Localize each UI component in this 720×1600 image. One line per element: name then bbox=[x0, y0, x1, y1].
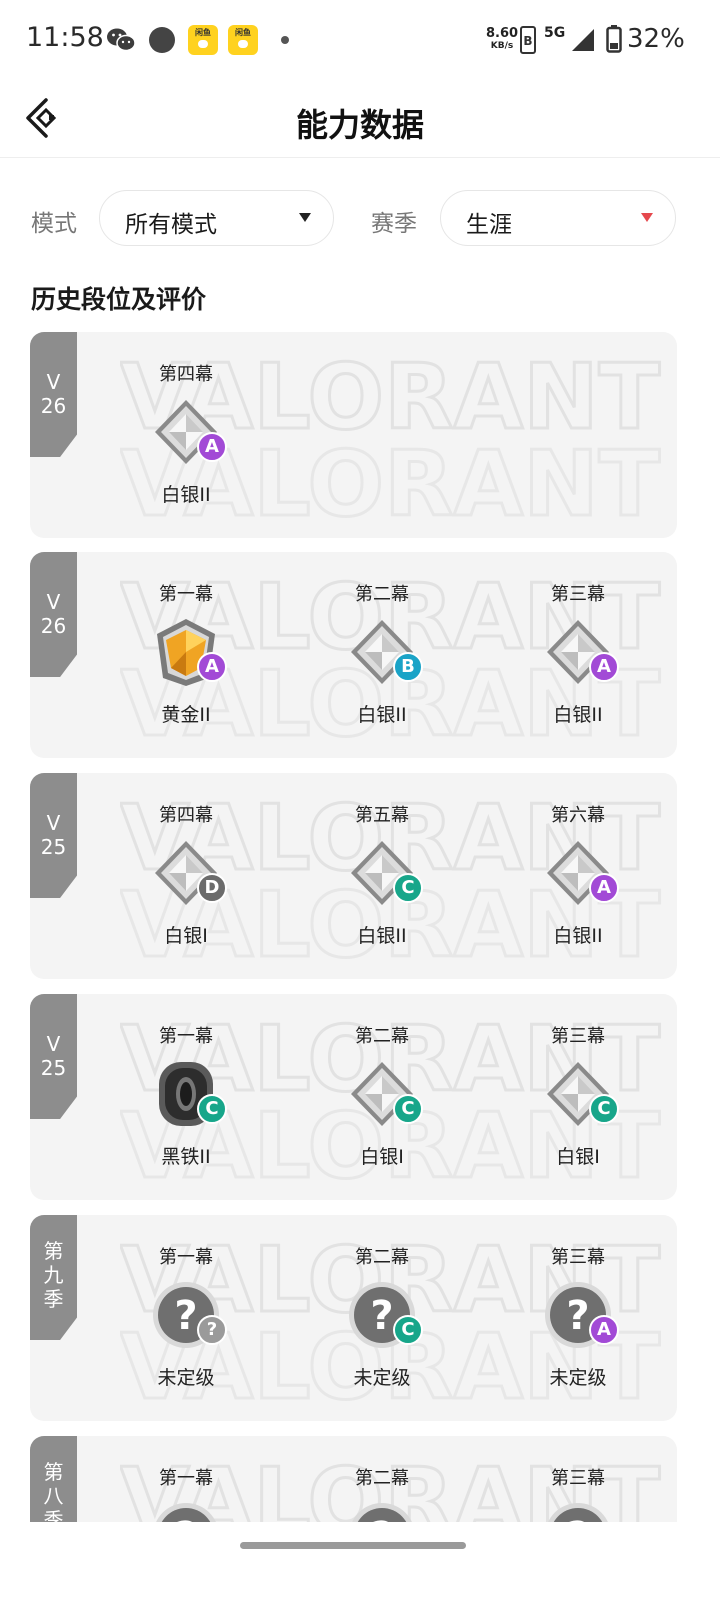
act-label: 第三幕 bbox=[551, 1468, 605, 1489]
grade-badge: C bbox=[393, 1094, 423, 1124]
season-select[interactable]: 生涯 bbox=[440, 190, 676, 246]
act-label: 第三幕 bbox=[551, 1247, 605, 1268]
act-label: 第三幕 bbox=[551, 584, 605, 605]
signal-icon bbox=[572, 29, 594, 51]
grade-badge: B bbox=[393, 652, 423, 682]
rank-name: 白银II bbox=[161, 484, 211, 506]
battery-icon bbox=[606, 25, 622, 53]
act-item[interactable]: 第三幕 A 白银II bbox=[518, 552, 638, 758]
mode-select-value: 所有模式 bbox=[125, 212, 217, 238]
rank-name: 未定级 bbox=[157, 1367, 215, 1389]
act-label: 第二幕 bbox=[355, 584, 409, 605]
season-tag: V 26 bbox=[30, 332, 77, 457]
chevron-down-icon bbox=[299, 213, 311, 222]
rank-name: 未定级 bbox=[353, 1367, 411, 1389]
season-tag: V 25 bbox=[30, 773, 77, 898]
season-tag: V 25 bbox=[30, 994, 77, 1119]
network-type: 5G bbox=[544, 25, 566, 41]
status-bar: 11:58 闲鱼 闲鱼 8.60 KB/s B 5G 32% bbox=[0, 0, 720, 80]
season-card[interactable]: VALORANT VALORANT V 26 第一幕 A 黄金II 第二幕 B 白银II 第三幕… bbox=[30, 552, 677, 758]
act-label: 第四幕 bbox=[159, 805, 213, 826]
mode-select[interactable]: 所有模式 bbox=[99, 190, 334, 246]
rank-name: 白银I bbox=[164, 925, 208, 947]
wechat-icon bbox=[107, 28, 136, 52]
season-card[interactable]: VALORANT VALORANT V 25 第四幕 D 白银I 第五幕 C 白银II 第六幕 … bbox=[30, 773, 677, 979]
act-item[interactable]: 第四幕 D 白银I bbox=[126, 773, 246, 979]
act-item[interactable]: 第五幕 C 白银II bbox=[322, 773, 442, 979]
svg-text:?: ? bbox=[174, 1293, 197, 1339]
bottom-area bbox=[0, 1522, 720, 1600]
act-item[interactable]: 第一幕 C 黑铁II bbox=[126, 994, 246, 1200]
grade-badge: C bbox=[197, 1094, 227, 1124]
act-label: 第一幕 bbox=[159, 1468, 213, 1489]
grade-badge: D bbox=[197, 873, 227, 903]
grade-badge: A bbox=[197, 432, 227, 462]
app-badge-icon: 闲鱼 bbox=[188, 25, 218, 55]
mode-label: 模式 bbox=[31, 211, 77, 237]
section-title: 历史段位及评价 bbox=[31, 285, 207, 314]
grade-badge: C bbox=[589, 1094, 619, 1124]
rank-name: 白银II bbox=[357, 925, 407, 947]
season-card[interactable]: VALORANT VALORANT V 26 第四幕 A 白银II bbox=[30, 332, 677, 538]
rank-name: 白银II bbox=[553, 925, 603, 947]
grade-badge: ? bbox=[197, 1315, 227, 1345]
net-speed: 8.60 KB/s bbox=[486, 26, 519, 51]
rank-name: 白银II bbox=[357, 704, 407, 726]
svg-text:?: ? bbox=[370, 1293, 393, 1339]
rank-name: 黄金II bbox=[161, 704, 211, 726]
rank-name: 白银I bbox=[360, 1146, 404, 1168]
act-item[interactable]: 第二幕 B 白银II bbox=[322, 552, 442, 758]
rank-name: 白银II bbox=[553, 704, 603, 726]
act-label: 第二幕 bbox=[355, 1247, 409, 1268]
act-label: 第一幕 bbox=[159, 1247, 213, 1268]
svg-text:B: B bbox=[523, 34, 532, 48]
season-tag: 第九季 bbox=[30, 1215, 77, 1340]
act-item[interactable]: 第一幕 A 黄金II bbox=[126, 552, 246, 758]
season-card[interactable]: VALORANT VALORANT V 25 第一幕 C 黑铁II 第二幕 C 白银I 第三幕 … bbox=[30, 994, 677, 1200]
season-select-value: 生涯 bbox=[466, 212, 512, 238]
act-label: 第一幕 bbox=[159, 1026, 213, 1047]
season-tag: V 26 bbox=[30, 552, 77, 677]
app-header: 能力数据 bbox=[0, 80, 720, 158]
act-label: 第二幕 bbox=[355, 1026, 409, 1047]
grade-badge: C bbox=[393, 1315, 423, 1345]
rank-name: 未定级 bbox=[549, 1367, 607, 1389]
home-indicator[interactable] bbox=[240, 1542, 466, 1549]
act-label: 第二幕 bbox=[355, 1468, 409, 1489]
act-item[interactable]: 第二幕 C 白银I bbox=[322, 994, 442, 1200]
act-item[interactable]: 第三幕 ? A 未定级 bbox=[518, 1215, 638, 1421]
dot-icon bbox=[281, 36, 289, 44]
battery-percent: 32% bbox=[627, 24, 685, 54]
grade-badge: A bbox=[589, 652, 619, 682]
circle-dot-icon bbox=[149, 27, 175, 53]
act-label: 第五幕 bbox=[355, 805, 409, 826]
act-label: 第三幕 bbox=[551, 1026, 605, 1047]
act-label: 第一幕 bbox=[159, 584, 213, 605]
act-label: 第四幕 bbox=[159, 364, 213, 385]
chevron-down-icon bbox=[641, 213, 653, 222]
grade-badge: A bbox=[589, 873, 619, 903]
rank-name: 白银I bbox=[556, 1146, 600, 1168]
grade-badge: A bbox=[197, 652, 227, 682]
rank-name: 黑铁II bbox=[161, 1146, 211, 1168]
act-label: 第六幕 bbox=[551, 805, 605, 826]
act-item[interactable]: 第一幕 ?? 未定级 bbox=[126, 1215, 246, 1421]
sim-icon: B bbox=[520, 26, 536, 54]
grade-badge: A bbox=[589, 1315, 619, 1345]
act-item[interactable]: 第六幕 A 白银II bbox=[518, 773, 638, 979]
status-time: 11:58 bbox=[26, 22, 104, 53]
app-badge-icon: 闲鱼 bbox=[228, 25, 258, 55]
act-item[interactable]: 第三幕 C 白银I bbox=[518, 994, 638, 1200]
grade-badge: C bbox=[393, 873, 423, 903]
act-item[interactable]: 第二幕 ? C 未定级 bbox=[322, 1215, 442, 1421]
svg-text:?: ? bbox=[566, 1293, 589, 1339]
act-item[interactable]: 第四幕 A 白银II bbox=[126, 332, 246, 538]
season-card[interactable]: VALORANT VALORANT 第九季第一幕 ?? 未定级 第二幕 ? C 未定级 第三幕… bbox=[30, 1215, 677, 1421]
page-title: 能力数据 bbox=[295, 106, 424, 144]
season-label: 赛季 bbox=[371, 211, 417, 237]
